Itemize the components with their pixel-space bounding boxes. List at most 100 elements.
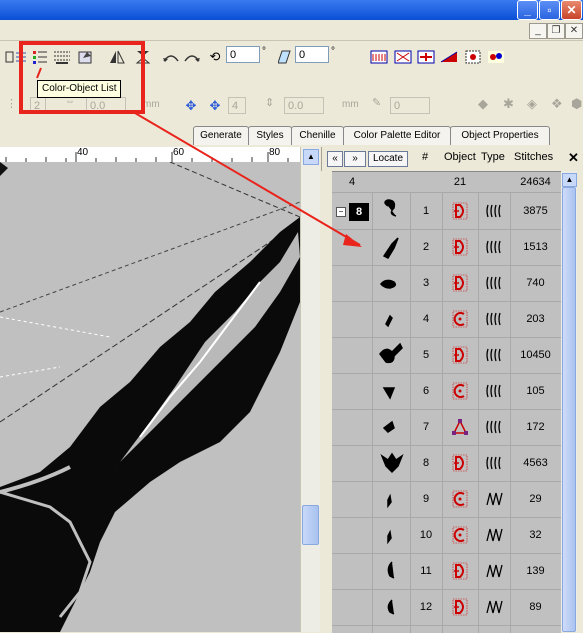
summary-stitches: 24634 — [520, 176, 551, 188]
ruler-label-80: 80 — [269, 147, 281, 158]
tab-generate[interactable]: Generate — [193, 126, 249, 145]
object-thumbnail — [372, 589, 410, 625]
stitch-count: 10450 — [520, 349, 551, 361]
tab-styles[interactable]: Styles — [248, 126, 292, 145]
horizontal-ruler: 40 60 80 — [0, 147, 300, 163]
stitch-count: 89 — [529, 601, 542, 613]
list-item[interactable]: 6 105 — [332, 373, 561, 410]
ruler-label-40: 40 — [77, 147, 89, 158]
object-type-icon — [442, 553, 478, 589]
object-number: 10 — [419, 529, 433, 541]
column-header-stitches: Stitches — [514, 151, 554, 163]
embroidery-design-drawing — [0, 162, 300, 632]
maximize-icon[interactable]: ▫ — [539, 0, 560, 20]
object-number: 3 — [422, 277, 430, 289]
close-icon[interactable]: ✕ — [561, 0, 582, 20]
canvas-scroll-thumb[interactable] — [302, 505, 319, 545]
move-cross-icon[interactable]: ✥ — [182, 97, 200, 115]
tab-color-palette-editor[interactable]: Color Palette Editor — [343, 126, 451, 145]
unit-b-label: mm — [342, 99, 359, 110]
tooltip: Color-Object List — [37, 80, 122, 98]
object-thumbnail — [372, 265, 410, 301]
canvas-vertical-scrollbar[interactable]: ▲ — [300, 147, 320, 632]
list-scroll-thumb[interactable] — [562, 187, 576, 632]
field-d-input[interactable]: 0.0 — [284, 97, 324, 114]
locate-button[interactable]: Locate — [368, 151, 408, 167]
panel-close-icon[interactable]: ✕ — [568, 150, 579, 166]
summary-objects: 21 — [453, 176, 467, 188]
slant-unit: ° — [331, 46, 335, 57]
docker-tabs: Generate Styles Chenille Color Palette E… — [193, 126, 583, 145]
list-item[interactable]: 9 29 — [332, 481, 561, 518]
color-badge[interactable]: 8 — [349, 203, 369, 221]
list-item[interactable]: 2 1513 — [332, 229, 561, 266]
stitch-tool-5-icon[interactable] — [464, 48, 482, 66]
object-thumbnail — [372, 193, 410, 229]
object-number: 9 — [422, 493, 430, 505]
list-item[interactable]: 10 32 — [332, 517, 561, 554]
angle-input[interactable]: 0 — [226, 46, 260, 63]
object-type-icon — [442, 481, 478, 517]
fill-stitch-icon — [478, 229, 510, 265]
mdi-close-icon[interactable]: ✕ — [565, 23, 583, 39]
fill-stitch-icon — [478, 409, 510, 445]
stitch-count: 740 — [526, 277, 545, 289]
expand-icon[interactable]: » — [344, 151, 366, 167]
list-scroll-up-icon[interactable]: ▲ — [562, 173, 577, 187]
tab-object-properties[interactable]: Object Properties — [450, 126, 550, 145]
list-item[interactable]: 5 10450 — [332, 337, 561, 374]
list-item[interactable]: 8 4563 — [332, 445, 561, 482]
object-number: 12 — [419, 601, 433, 613]
stitch-count: 29 — [529, 493, 542, 505]
mdi-minimize-icon[interactable]: _ — [529, 23, 547, 39]
tab-chenille[interactable]: Chenille — [291, 126, 344, 145]
slant-input[interactable]: 0 — [295, 46, 329, 63]
list-item[interactable]: 3 740 — [332, 265, 561, 302]
scroll-up-icon[interactable]: ▲ — [303, 149, 319, 165]
design-canvas[interactable] — [0, 162, 300, 632]
field-e-input[interactable]: 0 — [390, 97, 430, 114]
stitch-tool-4-icon[interactable] — [440, 48, 458, 66]
minimize-icon[interactable]: _ — [517, 0, 538, 20]
rotate-right-icon[interactable] — [183, 48, 201, 66]
object-number: 2 — [422, 241, 430, 253]
object-type-icon — [442, 193, 478, 229]
satin-stitch-icon — [478, 481, 510, 517]
object-thumbnail — [372, 409, 410, 445]
stitch-tool-1-icon[interactable] — [370, 48, 388, 66]
column-header-type: Type — [481, 151, 505, 163]
list-gutter — [321, 171, 332, 632]
color-object-grid: 4 21 24634 1 3875 2 1513 3 740 4 203 5 10450 6 105 7… — [332, 171, 561, 633]
list-item[interactable]: 12 89 — [332, 589, 561, 626]
list-item[interactable]: 11 139 — [332, 553, 561, 590]
window-title-bar — [0, 0, 583, 20]
stitch-count: 105 — [526, 385, 545, 397]
grey-tool-2-icon: ✱ — [503, 96, 514, 111]
satin-stitch-icon — [478, 553, 510, 589]
collapse-icon[interactable]: « — [327, 151, 343, 167]
collapse-group-icon[interactable]: − — [336, 207, 346, 217]
object-type-icon — [442, 301, 478, 337]
field-c-input[interactable]: 4 — [228, 97, 246, 114]
fill-stitch-icon — [478, 445, 510, 481]
object-number: 5 — [422, 349, 430, 361]
object-thumbnail — [372, 301, 410, 337]
stitch-tool-6-icon[interactable] — [487, 48, 505, 66]
list-item[interactable]: 7 172 — [332, 409, 561, 446]
object-thumbnail — [372, 481, 410, 517]
object-type-icon — [442, 517, 478, 553]
angle-unit: ° — [262, 46, 266, 57]
object-type-icon — [442, 589, 478, 625]
list-item[interactable]: 4 203 — [332, 301, 561, 338]
gap-icon: ⇕ — [265, 97, 275, 109]
rotate-left-icon[interactable] — [162, 48, 180, 66]
move-cross-2-icon[interactable]: ✥ — [206, 97, 224, 115]
column-header-number: # — [422, 151, 429, 163]
column-header-object: Object — [444, 151, 476, 163]
satin-stitch-icon — [478, 517, 510, 553]
mdi-restore-icon[interactable]: ❐ — [547, 23, 565, 39]
stitch-tool-3-icon[interactable] — [417, 48, 435, 66]
object-type-icon — [442, 409, 478, 445]
stitch-tool-2-icon[interactable] — [394, 48, 412, 66]
grey-tool-4-icon: ❖ — [551, 96, 563, 111]
